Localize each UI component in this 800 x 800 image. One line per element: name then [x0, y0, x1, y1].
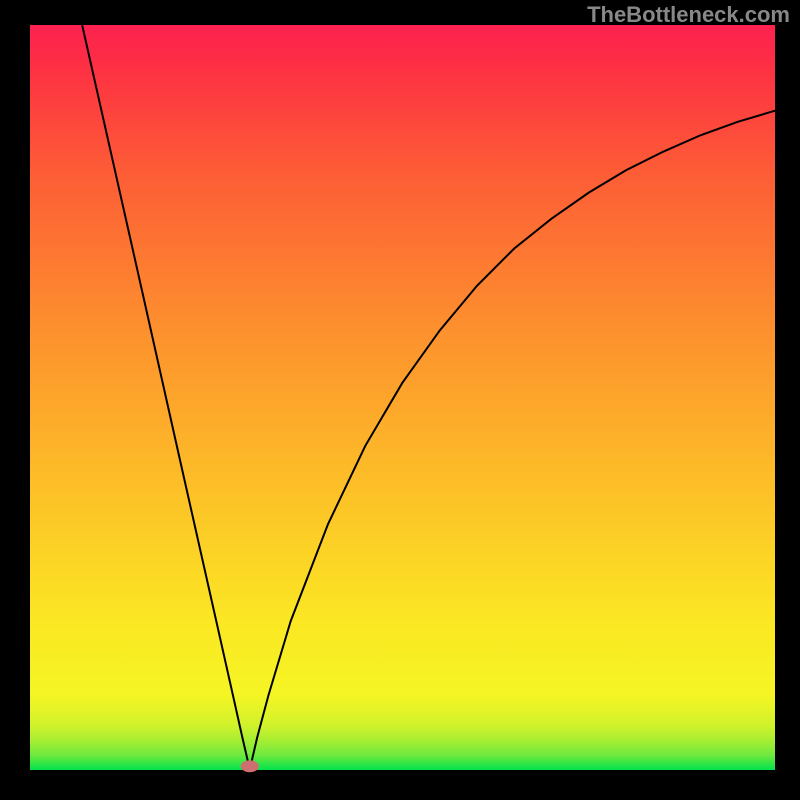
bottleneck-chart [0, 0, 800, 800]
bottleneck-marker [241, 760, 259, 772]
plot-background [30, 25, 775, 770]
chart-frame: TheBottleneck.com [0, 0, 800, 800]
watermark-text: TheBottleneck.com [587, 2, 790, 28]
